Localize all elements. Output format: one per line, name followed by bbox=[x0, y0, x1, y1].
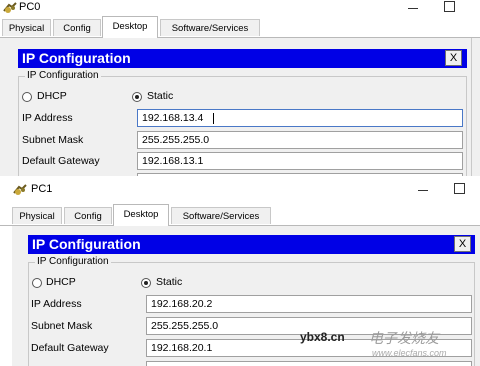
default-gateway-field[interactable] bbox=[137, 152, 463, 170]
subnet-mask-field[interactable] bbox=[137, 131, 463, 149]
subnet-mask-label: Subnet Mask bbox=[31, 320, 93, 332]
ip-config-header: IP Configuration X bbox=[28, 235, 475, 254]
ip-config-title: IP Configuration bbox=[22, 50, 131, 66]
pc0-window: PC0 Physical Config Desktop Software/Ser… bbox=[0, 0, 480, 176]
maximize-icon[interactable] bbox=[444, 1, 455, 12]
tab-software-services[interactable]: Software/Services bbox=[160, 19, 260, 36]
dhcp-radio[interactable] bbox=[32, 278, 42, 288]
default-gateway-label: Default Gateway bbox=[22, 155, 100, 167]
watermark-url: www.elecfans.com bbox=[372, 348, 447, 358]
static-radio[interactable] bbox=[132, 92, 142, 102]
pc-icon bbox=[3, 2, 17, 13]
ip-address-field[interactable] bbox=[137, 109, 463, 127]
desktop-panel: IP Configuration X IP Configuration DHCP… bbox=[0, 38, 480, 176]
pc-icon bbox=[13, 184, 27, 195]
default-gateway-label: Default Gateway bbox=[31, 342, 109, 354]
text-caret bbox=[213, 113, 214, 124]
dns-server-field[interactable] bbox=[146, 361, 472, 366]
minimize-icon[interactable] bbox=[407, 2, 419, 12]
ip-address-field[interactable] bbox=[146, 295, 472, 313]
ip-address-label: IP Address bbox=[31, 298, 82, 310]
dhcp-label: DHCP bbox=[37, 90, 67, 102]
static-radio[interactable] bbox=[141, 278, 151, 288]
tab-physical[interactable]: Physical bbox=[12, 207, 62, 224]
dns-server-field[interactable] bbox=[137, 173, 463, 176]
tab-desktop[interactable]: Desktop bbox=[113, 204, 169, 226]
title-bar: PC0 bbox=[0, 0, 480, 16]
tab-bar: Physical Config Desktop Software/Service… bbox=[0, 204, 480, 226]
static-label: Static bbox=[156, 276, 183, 288]
window-title: PC1 bbox=[31, 183, 53, 195]
dhcp-radio[interactable] bbox=[22, 92, 32, 102]
tab-desktop[interactable]: Desktop bbox=[102, 16, 158, 38]
ip-address-label: IP Address bbox=[22, 112, 73, 124]
ip-config-title: IP Configuration bbox=[32, 236, 141, 252]
tab-config[interactable]: Config bbox=[53, 19, 101, 36]
close-icon[interactable]: X bbox=[454, 236, 471, 252]
pc1-window: PC1 Physical Config Desktop Software/Ser… bbox=[0, 182, 480, 366]
tab-config[interactable]: Config bbox=[64, 207, 112, 224]
minimize-icon[interactable] bbox=[417, 184, 429, 194]
window-title: PC0 bbox=[19, 1, 41, 13]
maximize-icon[interactable] bbox=[454, 183, 465, 194]
static-label: Static bbox=[147, 90, 174, 102]
group-title: IP Configuration bbox=[25, 70, 101, 81]
close-icon[interactable]: X bbox=[445, 50, 462, 66]
watermark-site: ybx8.cn bbox=[300, 330, 345, 344]
panel-border bbox=[471, 38, 472, 176]
subnet-mask-label: Subnet Mask bbox=[22, 134, 84, 146]
title-bar: PC1 bbox=[0, 182, 480, 198]
ip-config-header: IP Configuration X bbox=[18, 49, 467, 68]
tab-bar: Physical Config Desktop Software/Service… bbox=[0, 16, 480, 38]
group-title: IP Configuration bbox=[35, 256, 111, 267]
dhcp-label: DHCP bbox=[46, 276, 76, 288]
tab-physical[interactable]: Physical bbox=[2, 19, 51, 36]
tab-software-services[interactable]: Software/Services bbox=[171, 207, 271, 224]
watermark-brand: 电子发烧友 bbox=[369, 330, 439, 346]
